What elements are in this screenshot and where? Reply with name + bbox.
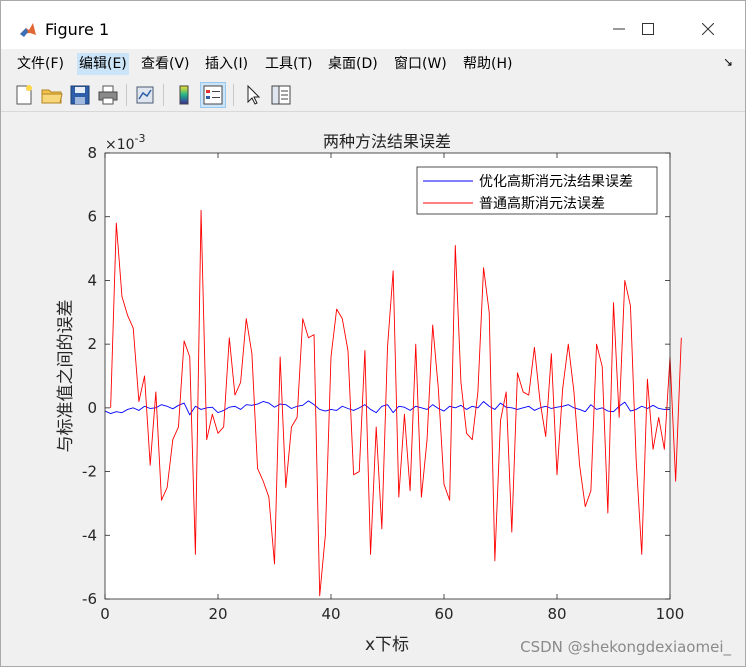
link-plot-button[interactable] (132, 82, 158, 108)
open-folder-icon (41, 89, 63, 104)
x-tick-label: 80 (547, 605, 566, 623)
new-figure-icon (16, 85, 32, 105)
menu-desktop[interactable]: 桌面(D) (326, 53, 380, 75)
maximize-button[interactable] (625, 15, 671, 45)
y-exponent-power: -3 (135, 132, 146, 145)
menu-view[interactable]: 查看(V) (139, 53, 192, 75)
new-figure-button[interactable] (11, 82, 37, 108)
x-tick-label: 0 (100, 605, 110, 623)
y-tick-label: 8 (87, 144, 97, 162)
menu-bar: 文件(F) 编辑(E) 查看(V) 插入(I) 工具(T) 桌面(D) 窗口(W… (1, 49, 745, 77)
y-tick-label: -4 (82, 526, 97, 544)
print-button[interactable] (95, 82, 121, 108)
chart-title: 两种方法结果误差 (323, 132, 451, 151)
link-plot-icon (136, 86, 154, 104)
colorbar-icon (179, 85, 189, 105)
menu-insert[interactable]: 插入(I) (203, 53, 250, 75)
figure-window: Figure 1 文件(F) 编辑(E) 查看(V) 插入(I) 工具(T) 桌… (0, 0, 746, 667)
toolbar-separator (163, 84, 164, 106)
error-line-chart[interactable]: 0 20 40 60 80 100 -6 -4 -2 0 2 4 6 8 两种方法结果误差 x下标 与标准… (11, 113, 737, 663)
open-button[interactable] (39, 82, 65, 108)
property-editor-icon (271, 85, 291, 105)
toolbar-separator (233, 84, 234, 106)
y-tick-label: -2 (82, 463, 97, 481)
y-tick-label: 4 (87, 271, 97, 289)
x-tick-label: 60 (434, 605, 453, 623)
legend-button[interactable] (200, 82, 226, 108)
window-title: Figure 1 (45, 20, 110, 39)
plot-area (105, 153, 670, 599)
y-tick-label: 0 (87, 399, 97, 417)
y-tick-label: 6 (87, 208, 97, 226)
y-tick-label: -6 (82, 590, 97, 608)
legend[interactable]: 优化高斯消元法结果误差 普通高斯消元法误差 (416, 166, 658, 215)
x-tick-label: 20 (208, 605, 227, 623)
title-bar[interactable]: Figure 1 (1, 1, 745, 49)
property-editor-button[interactable] (268, 82, 294, 108)
figure-canvas[interactable]: 0 20 40 60 80 100 -6 -4 -2 0 2 4 6 8 两种方法结果误差 x下标 与标准… (11, 113, 737, 663)
figure-toolbar (1, 79, 745, 112)
matlab-logo-icon (20, 23, 36, 37)
pointer-icon (247, 84, 261, 105)
edit-plot-button[interactable] (240, 82, 266, 108)
x-tick-label: 100 (656, 605, 685, 623)
menu-file[interactable]: 文件(F) (15, 53, 66, 75)
legend-label-series-1: 优化高斯消元法结果误差 (479, 173, 633, 190)
y-tick-label: 2 (87, 335, 97, 353)
print-icon (98, 85, 118, 105)
colorbar-button[interactable] (171, 82, 197, 108)
maximize-icon (642, 23, 654, 35)
x-tick-label: 40 (321, 605, 340, 623)
x-axis-label: x下标 (365, 635, 409, 655)
watermark-text: CSDN @shekongdexiaomei_ (520, 638, 731, 656)
legend-icon (203, 85, 223, 105)
menu-window[interactable]: 窗口(W) (392, 53, 449, 75)
save-button[interactable] (67, 82, 93, 108)
close-button[interactable] (685, 15, 731, 45)
y-exponent-base: ×10 (105, 137, 135, 153)
menu-help[interactable]: 帮助(H) (461, 53, 514, 75)
y-exponent-label: ×10-3 (105, 132, 146, 153)
toolbar-separator (126, 84, 127, 106)
menu-undock-icon[interactable]: ↘ (723, 55, 733, 69)
save-icon (70, 85, 90, 105)
menu-tools[interactable]: 工具(T) (263, 53, 314, 75)
legend-label-series-2: 普通高斯消元法误差 (479, 195, 605, 212)
close-icon (701, 22, 715, 36)
minimize-icon (613, 28, 625, 30)
y-axis-label: 与标准值之间的误差 (56, 300, 76, 453)
menu-edit[interactable]: 编辑(E) (77, 53, 129, 75)
